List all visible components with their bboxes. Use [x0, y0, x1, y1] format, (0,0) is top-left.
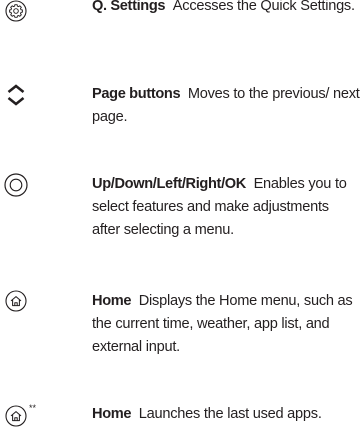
home-long-press-text: Launches the last used apps.	[138, 406, 322, 422]
page-buttons-description: Page buttons Moves to the previous/ next…	[92, 83, 360, 129]
home-long-press-description: Home Launches the last used apps.	[92, 403, 360, 426]
wheel-ok-description: Up/Down/Left/Right/OK Enables you to sel…	[92, 173, 360, 242]
page-up-down-chevrons-icon	[6, 84, 28, 106]
home-title: Home	[92, 293, 132, 309]
q-settings-description: Q. Settings Accesses the Quick Settings.	[92, 0, 360, 18]
long-press-marker: **	[29, 403, 37, 413]
quick-settings-gear-icon	[5, 0, 27, 22]
home-long-press-title: Home	[92, 406, 132, 422]
home-long-press-icon	[5, 405, 27, 427]
home-icon	[5, 290, 27, 312]
wheel-ok-ring-icon	[4, 173, 28, 197]
home-description: Home Displays the Home menu, such as the…	[92, 290, 360, 359]
wheel-ok-title: Up/Down/Left/Right/OK	[92, 176, 246, 192]
q-settings-title: Q. Settings	[92, 0, 166, 14]
page-buttons-title: Page buttons	[92, 86, 181, 102]
home-text: Displays the Home menu, such as the curr…	[92, 293, 353, 355]
q-settings-text: Accesses the Quick Settings.	[172, 0, 355, 14]
